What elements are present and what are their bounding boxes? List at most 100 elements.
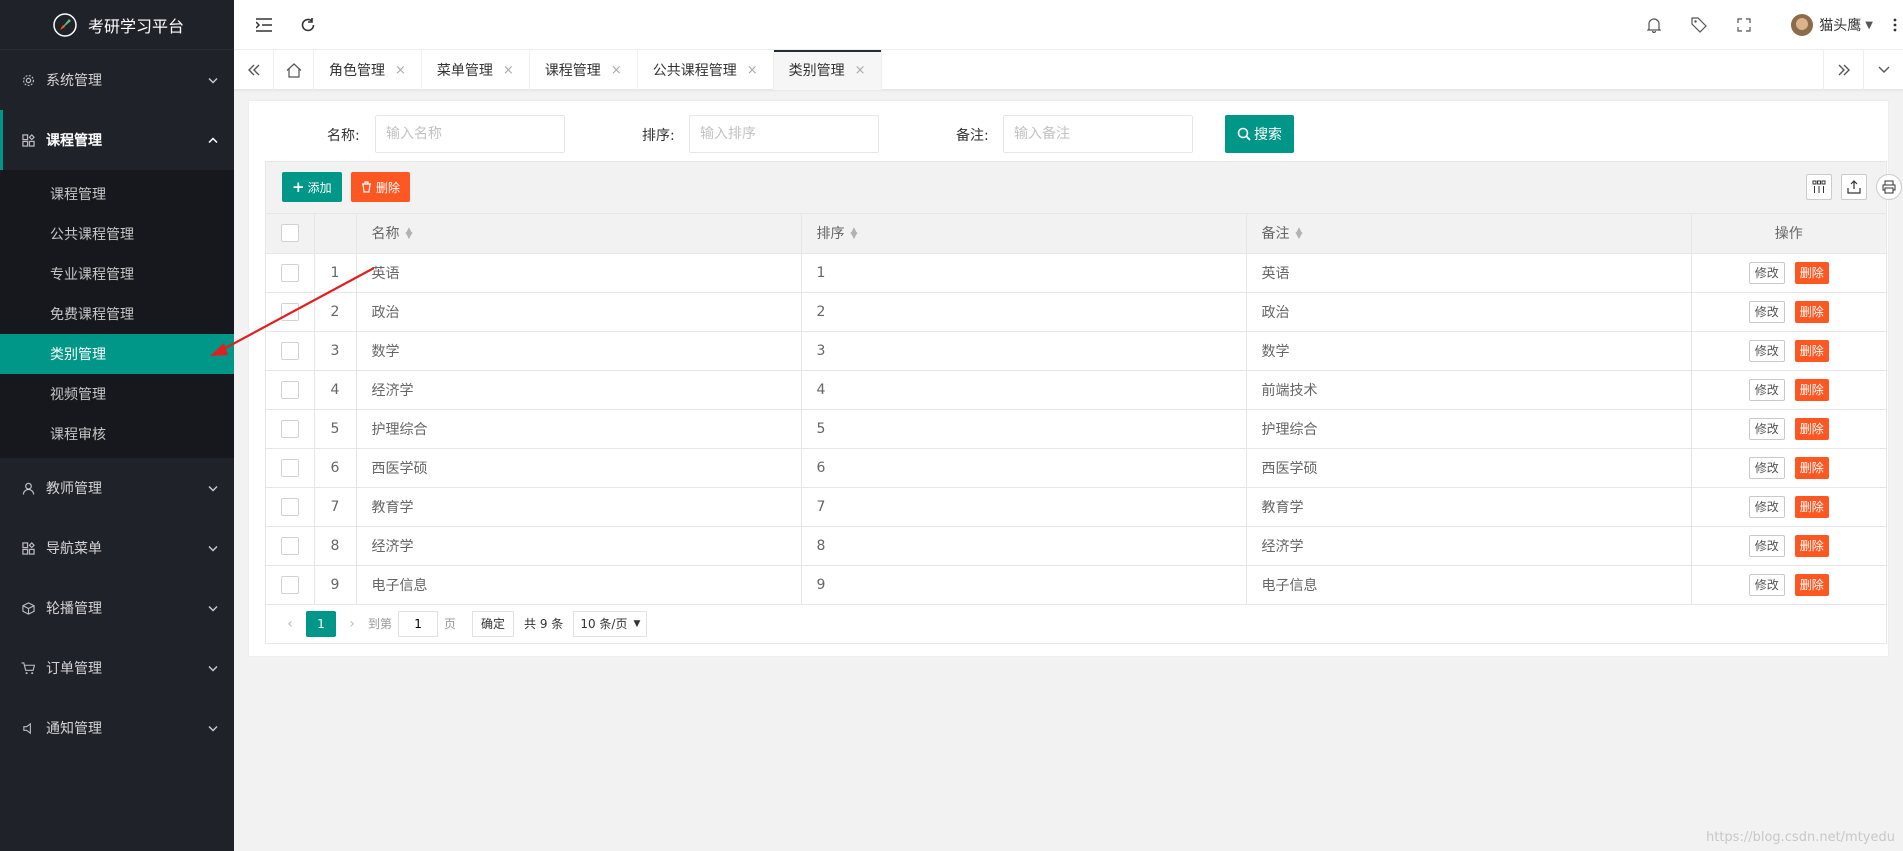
row-checkbox[interactable]	[280, 497, 299, 516]
delete-button[interactable]: 删除	[1794, 300, 1829, 323]
refresh-icon[interactable]	[298, 15, 318, 35]
sidebar-subitem-1[interactable]: 课程管理	[0, 174, 234, 214]
more-vertical-icon[interactable]	[1885, 15, 1903, 35]
sidebar-subitem-3[interactable]: 专业课程管理	[0, 254, 234, 294]
order-column-header[interactable]: 排序 ▲ ▼	[801, 214, 1247, 254]
tabs-scroll-left-icon[interactable]	[234, 50, 274, 90]
sidebar-subitem-5[interactable]: 类别管理	[0, 334, 234, 374]
tabs-menu-chevron-down-icon[interactable]	[1863, 50, 1903, 90]
edit-button[interactable]: 修改	[1748, 456, 1785, 479]
delete-button[interactable]: 删除	[1794, 261, 1829, 284]
bell-icon[interactable]	[1644, 15, 1664, 35]
page-size-select[interactable]: 10 条/页 ▼	[573, 610, 648, 637]
edit-button[interactable]: 修改	[1748, 495, 1785, 518]
sidebar-menu-7[interactable]: 通知管理	[0, 698, 234, 758]
sidebar-menu-3[interactable]: 教师管理	[0, 458, 234, 518]
sidebar-menu-1[interactable]: 系统管理	[0, 50, 234, 110]
delete-button[interactable]: 删除	[1794, 417, 1829, 440]
name-search-input[interactable]	[375, 115, 565, 153]
goto-confirm-button[interactable]: 确定	[472, 610, 515, 637]
export-icon[interactable]	[1841, 174, 1867, 200]
gear-icon	[20, 72, 36, 88]
delete-button[interactable]: 删除	[1794, 339, 1829, 362]
row-checkbox[interactable]	[280, 458, 299, 477]
row-checkbox[interactable]	[280, 302, 299, 321]
apps-icon	[20, 540, 36, 556]
edit-button[interactable]: 修改	[1748, 261, 1785, 284]
tab-3[interactable]: 课程管理 ×	[530, 50, 638, 90]
edit-button[interactable]: 修改	[1748, 573, 1785, 596]
search-button[interactable]: 搜索	[1225, 115, 1294, 153]
sidebar-menu-6[interactable]: 订单管理	[0, 638, 234, 698]
sidebar-menu-5[interactable]: 轮播管理	[0, 578, 234, 638]
sort-icon[interactable]: ▲ ▼	[851, 227, 858, 241]
close-tab-icon[interactable]: ×	[611, 63, 622, 78]
next-page-icon[interactable]: ›	[342, 616, 362, 632]
delete-button[interactable]: 删除	[1794, 573, 1829, 596]
remark-column-header[interactable]: 备注 ▲ ▼	[1246, 214, 1692, 254]
order-cell: 9	[801, 565, 1247, 605]
order-search-input[interactable]	[689, 115, 879, 153]
row-checkbox[interactable]	[280, 380, 299, 399]
order-cell: 5	[801, 409, 1247, 449]
select-all-checkbox[interactable]	[280, 224, 299, 243]
tab-5[interactable]: 类别管理 ×	[773, 50, 882, 90]
delete-button[interactable]: 删除	[1794, 378, 1829, 401]
remark-cell: 政治	[1246, 292, 1692, 332]
tab-4[interactable]: 公共课程管理 ×	[638, 50, 774, 90]
close-tab-icon[interactable]: ×	[855, 63, 866, 78]
sort-icon[interactable]: ▲ ▼	[406, 227, 413, 241]
collapse-sidebar-icon[interactable]	[254, 15, 274, 35]
chevron-down-icon	[208, 602, 218, 615]
sidebar-menu-2[interactable]: 课程管理	[0, 110, 234, 170]
home-tab-icon[interactable]	[274, 50, 314, 90]
tabs-scroll-right-icon[interactable]	[1823, 50, 1863, 90]
row-select-cell	[266, 409, 315, 449]
close-tab-icon[interactable]: ×	[747, 63, 758, 78]
add-button[interactable]: + 添加	[282, 172, 342, 202]
edit-button[interactable]: 修改	[1748, 417, 1785, 440]
tab-1[interactable]: 角色管理 ×	[314, 50, 422, 90]
user-menu[interactable]: 猫头鹰 ▼	[1791, 10, 1873, 40]
goto-page-input[interactable]	[398, 610, 439, 637]
row-checkbox[interactable]	[280, 536, 299, 555]
remark-cell: 护理综合	[1246, 409, 1692, 449]
sidebar-subitem-6[interactable]: 视频管理	[0, 374, 234, 414]
name-column-header[interactable]: 名称 ▲ ▼	[356, 214, 802, 254]
tab-2[interactable]: 菜单管理 ×	[422, 50, 530, 90]
row-select-cell	[266, 487, 315, 527]
row-checkbox[interactable]	[280, 341, 299, 360]
name-cell: 经济学	[356, 526, 802, 566]
delete-button[interactable]: 删除	[1794, 534, 1829, 557]
row-checkbox[interactable]	[280, 263, 299, 282]
column-filter-icon[interactable]	[1806, 174, 1832, 200]
table-row: 3 数学 3 数学 修改 删除	[266, 331, 1886, 371]
search-button-label: 搜索	[1254, 127, 1282, 143]
current-page-button[interactable]: 1	[306, 610, 336, 637]
fullscreen-icon[interactable]	[1734, 15, 1754, 35]
remark-cell: 英语	[1246, 253, 1692, 293]
delete-button[interactable]: 删除	[1794, 456, 1829, 479]
sidebar-subitem-4[interactable]: 免费课程管理	[0, 294, 234, 334]
print-icon[interactable]	[1876, 174, 1902, 200]
edit-button[interactable]: 修改	[1748, 339, 1785, 362]
remark-search-input[interactable]	[1003, 115, 1193, 153]
edit-button[interactable]: 修改	[1748, 300, 1785, 323]
row-checkbox[interactable]	[280, 575, 299, 594]
sidebar-subitem-2[interactable]: 公共课程管理	[0, 214, 234, 254]
close-tab-icon[interactable]: ×	[395, 63, 406, 78]
close-tab-icon[interactable]: ×	[503, 63, 514, 78]
row-checkbox[interactable]	[280, 419, 299, 438]
prev-page-icon[interactable]: ‹	[280, 616, 300, 632]
batch-delete-button[interactable]: 删除	[351, 172, 411, 202]
sidebar-menu-4[interactable]: 导航菜单	[0, 518, 234, 578]
tag-icon[interactable]	[1689, 15, 1709, 35]
chevron-up-icon	[208, 134, 218, 147]
delete-button[interactable]: 删除	[1794, 495, 1829, 518]
chevron-down-icon	[208, 722, 218, 735]
sort-icon[interactable]: ▲ ▼	[1296, 227, 1303, 241]
sidebar-subitem-7[interactable]: 课程审核	[0, 414, 234, 454]
remark-cell: 经济学	[1246, 526, 1692, 566]
edit-button[interactable]: 修改	[1748, 534, 1785, 557]
edit-button[interactable]: 修改	[1748, 378, 1785, 401]
